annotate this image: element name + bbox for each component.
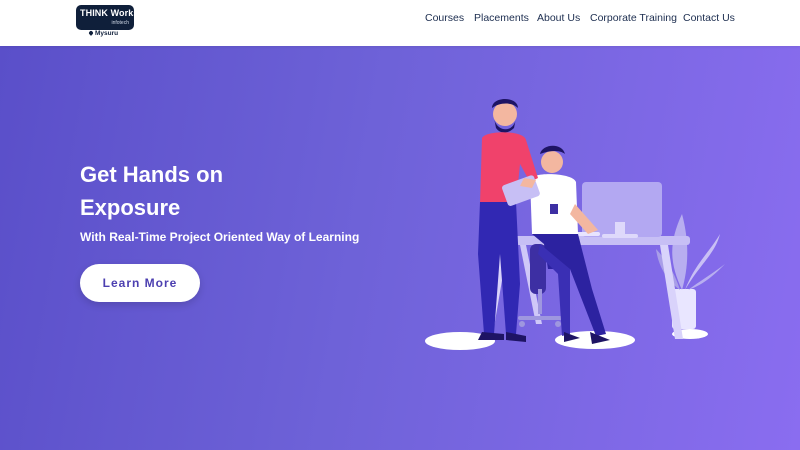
hero-illustration (425, 99, 725, 350)
nav-label[interactable]: About Us (537, 12, 580, 24)
nav-about-us[interactable]: About Us (537, 12, 580, 24)
nav-label[interactable]: Courses (425, 12, 464, 24)
logo-location-text: Mysuru (95, 30, 119, 37)
hero-subtitle: With Real-Time Project Oriented Way of L… (80, 230, 360, 244)
logo-location: Mysuru (88, 30, 119, 37)
nav-label[interactable]: Corporate Training (590, 12, 677, 24)
nav-label[interactable]: Placements (474, 12, 529, 24)
nav-corporate-training[interactable]: Corporate Training (590, 12, 677, 24)
brand-logo[interactable]: THINK Works infotech (76, 5, 138, 30)
standing-person (478, 99, 540, 342)
nav-placements[interactable]: Placements (474, 12, 529, 24)
learn-more-button[interactable]: Learn More (80, 264, 200, 302)
hero-title: Get Hands on Exposure (80, 158, 400, 224)
site-header: THINK Works infotech Mysuru Courses Plac… (0, 0, 800, 46)
hero-title-line-1: Get Hands on (80, 162, 224, 187)
nav-contact-us[interactable]: Contact Us (683, 12, 735, 24)
nav-label[interactable]: Contact Us (683, 12, 735, 24)
location-pin-icon (88, 30, 94, 37)
nav-courses[interactable]: Courses (425, 12, 464, 24)
logo-text: THINK Works (80, 8, 139, 18)
hero-section: Get Hands on Exposure With Real-Time Pro… (0, 46, 800, 450)
hero-title-line-2: Exposure (80, 195, 181, 220)
logo-subtext: infotech (111, 20, 129, 26)
